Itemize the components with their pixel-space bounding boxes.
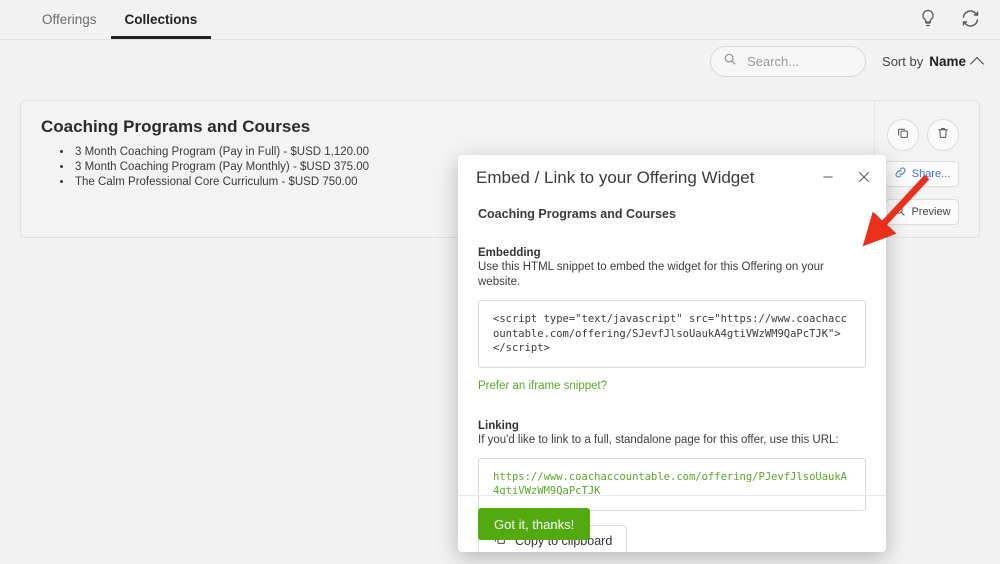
magnifier-icon: [893, 204, 906, 220]
close-icon[interactable]: [854, 167, 874, 187]
preview-button-label: Preview: [911, 206, 951, 218]
list-item: 3 Month Coaching Program (Pay Monthly) -…: [73, 160, 369, 175]
tab-collections-label: Collections: [124, 11, 198, 27]
round-action-group: [887, 119, 959, 151]
modal-footer: Got it, thanks!: [458, 495, 886, 552]
modal-subtitle: Coaching Programs and Courses: [478, 207, 676, 221]
iframe-snippet-link[interactable]: Prefer an iframe snippet?: [478, 380, 607, 392]
tab-collections[interactable]: Collections: [110, 11, 212, 39]
share-button[interactable]: Share...: [885, 161, 959, 187]
search-box[interactable]: [710, 46, 867, 77]
sort-by-value: Name: [929, 54, 966, 69]
collection-offering-list: 3 Month Coaching Program (Pay in Full) -…: [57, 145, 369, 190]
embed-link-modal[interactable]: Embed / Link to your Offering Widget Coa…: [458, 155, 886, 552]
share-button-label: Share...: [911, 168, 951, 180]
search-icon: [723, 52, 737, 71]
embed-code-snippet[interactable]: <script type="text/javascript" src="http…: [478, 300, 866, 368]
tab-bar: Offerings Collections: [28, 0, 212, 40]
top-bar-icon-group: [916, 6, 982, 30]
linking-heading: Linking: [478, 419, 519, 432]
minimize-icon[interactable]: [818, 167, 838, 187]
sort-by-control[interactable]: Sort by Name: [882, 54, 985, 71]
got-it-button[interactable]: Got it, thanks!: [478, 508, 591, 540]
list-item: The Calm Professional Core Curriculum - …: [73, 175, 369, 190]
modal-header: Embed / Link to your Offering Widget: [458, 155, 886, 201]
copy-icon: [896, 126, 910, 145]
chevron-up-icon[interactable]: [969, 56, 985, 71]
collection-title: Coaching Programs and Courses: [41, 117, 311, 136]
delete-collection-button[interactable]: [927, 119, 959, 151]
sort-by-label: Sort by: [882, 54, 924, 69]
top-navigation-bar: Offerings Collections: [0, 0, 1000, 40]
modal-title: Embed / Link to your Offering Widget: [476, 168, 755, 187]
embedding-description: Use this HTML snippet to embed the widge…: [478, 261, 824, 288]
search-input[interactable]: [745, 53, 860, 70]
list-item: 3 Month Coaching Program (Pay in Full) -…: [73, 145, 369, 160]
trash-icon: [936, 126, 950, 145]
tab-offerings[interactable]: Offerings: [28, 11, 111, 40]
duplicate-collection-button[interactable]: [887, 119, 919, 151]
collection-card-actions: Share... Preview: [874, 101, 979, 237]
embedding-heading: Embedding: [478, 247, 541, 259]
link-icon: [894, 166, 907, 182]
tab-offerings-label: Offerings: [42, 11, 97, 27]
linking-description: If you'd like to link to a full, standal…: [478, 433, 839, 446]
preview-button[interactable]: Preview: [885, 199, 959, 225]
search-and-sort-row: Sort by Name: [710, 46, 985, 77]
sync-icon[interactable]: [958, 6, 982, 30]
lightbulb-icon[interactable]: [916, 6, 940, 30]
modal-window-controls: [818, 167, 874, 187]
